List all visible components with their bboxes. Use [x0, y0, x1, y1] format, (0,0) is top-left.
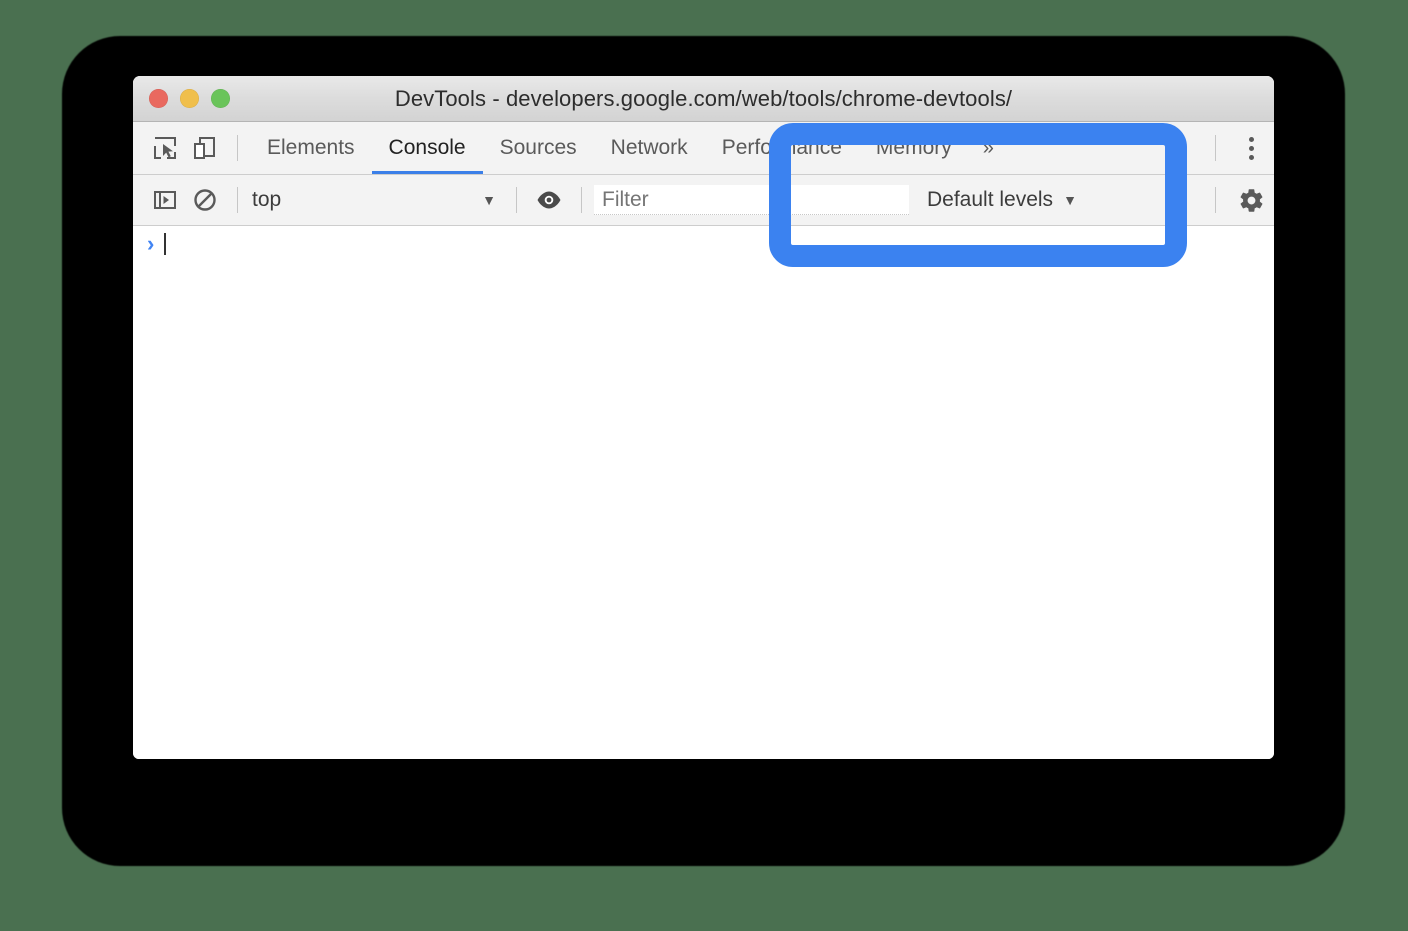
live-expression-icon[interactable]: [529, 180, 569, 220]
console-filter-toolbar: top ▼ Default levels ▼: [133, 175, 1274, 226]
devtools-tabbar: Elements Console Sources Network Perform…: [133, 122, 1274, 175]
window-titlebar: DevTools - developers.google.com/web/too…: [133, 76, 1274, 122]
tab-overflow-more[interactable]: »: [969, 122, 1008, 174]
log-level-label: Default levels: [927, 188, 1054, 211]
console-sidebar-icon[interactable]: [145, 180, 185, 220]
tab-performance[interactable]: Performance: [705, 122, 859, 174]
window-controls: [149, 76, 230, 121]
log-level-select[interactable]: Default levels ▼: [927, 188, 1085, 212]
tab-sources[interactable]: Sources: [483, 122, 594, 174]
tabbar-right-divider: [1215, 135, 1216, 161]
filterbar-divider-3: [581, 187, 582, 213]
console-text-cursor: [164, 233, 167, 255]
filterbar-divider-2: [516, 187, 517, 213]
console-prompt-row[interactable]: ›: [133, 226, 1274, 262]
minimize-window-button[interactable]: [180, 89, 199, 108]
tabbar-right-group: [1203, 122, 1274, 174]
tab-elements[interactable]: Elements: [250, 122, 372, 174]
devtools-window: DevTools - developers.google.com/web/too…: [133, 76, 1274, 759]
chevron-down-icon: ▼: [1063, 192, 1077, 208]
device-toolbar-icon[interactable]: [185, 128, 225, 168]
execution-context-value: top: [252, 188, 282, 211]
inspect-element-icon[interactable]: [145, 128, 185, 168]
filter-input[interactable]: [594, 185, 909, 215]
tab-memory[interactable]: Memory: [859, 122, 969, 174]
console-output-area[interactable]: ›: [133, 226, 1274, 759]
execution-context-select[interactable]: top ▼: [250, 184, 504, 216]
console-prompt-chevron-icon: ›: [147, 231, 155, 256]
panel-tabs: Elements Console Sources Network Perform…: [250, 122, 1008, 174]
gear-icon[interactable]: [1228, 180, 1274, 220]
chevron-down-icon: ▼: [482, 192, 496, 208]
tabbar-divider: [237, 135, 238, 161]
tab-network[interactable]: Network: [594, 122, 705, 174]
tab-console[interactable]: Console: [371, 122, 483, 174]
filterbar-right-group: [1203, 175, 1274, 225]
kebab-menu-icon[interactable]: [1228, 128, 1274, 168]
window-title: DevTools - developers.google.com/web/too…: [394, 85, 1013, 111]
filterbar-divider-1: [237, 187, 238, 213]
maximize-window-button[interactable]: [211, 89, 230, 108]
clear-console-icon[interactable]: [185, 180, 225, 220]
filterbar-right-divider: [1215, 187, 1216, 213]
close-window-button[interactable]: [149, 89, 168, 108]
